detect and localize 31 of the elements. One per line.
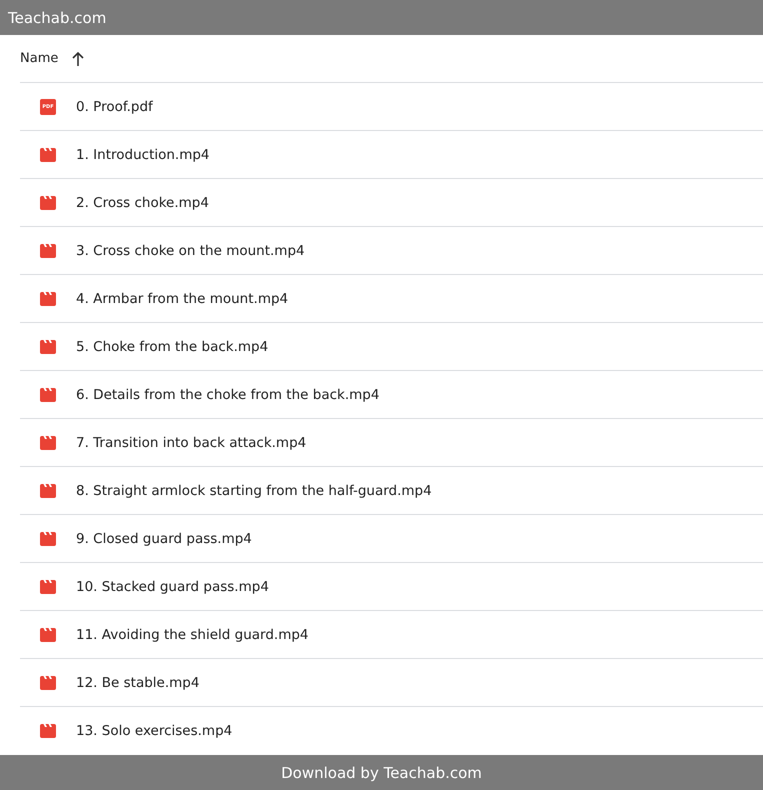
file-name[interactable]: 7. Transition into back attack.mp4 xyxy=(76,434,306,450)
file-name[interactable]: 11. Avoiding the shield guard.mp4 xyxy=(76,626,309,642)
file-name[interactable]: 1. Introduction.mp4 xyxy=(76,146,210,162)
film-clapper-icon xyxy=(40,148,56,162)
footer-text: Download by Teachab.com xyxy=(281,764,482,782)
film-clapper-icon xyxy=(40,676,56,690)
film-clapper-icon xyxy=(40,724,56,738)
file-name[interactable]: 9. Closed guard pass.mp4 xyxy=(76,530,252,546)
file-name[interactable]: 12. Be stable.mp4 xyxy=(76,674,200,690)
file-name[interactable]: 10. Stacked guard pass.mp4 xyxy=(76,578,269,594)
column-header[interactable]: Name xyxy=(20,51,58,66)
file-name[interactable]: 4. Armbar from the mount.mp4 xyxy=(76,290,288,306)
file-name[interactable]: 5. Choke from the back.mp4 xyxy=(76,338,268,354)
film-clapper-icon xyxy=(40,196,56,210)
sort-up-arrow-icon[interactable] xyxy=(72,52,84,66)
film-clapper-icon xyxy=(40,532,56,546)
film-clapper-icon xyxy=(40,580,56,594)
film-clapper-icon xyxy=(40,484,56,498)
file-name[interactable]: 8. Straight armlock starting from the half-guard.mp4 xyxy=(76,482,432,498)
film-clapper-icon xyxy=(40,388,56,402)
film-clapper-icon xyxy=(40,244,56,258)
film-clapper-icon xyxy=(40,436,56,450)
file-name[interactable]: 0. Proof.pdf xyxy=(76,98,153,114)
site-title: Teachab.com xyxy=(8,8,106,26)
file-name[interactable]: 6. Details from the choke from the back.mp4 xyxy=(76,386,380,402)
file-name[interactable]: 13. Solo exercises.mp4 xyxy=(76,723,232,739)
file-name[interactable]: 3. Cross choke on the mount.mp4 xyxy=(76,242,305,258)
film-clapper-icon xyxy=(40,340,56,354)
film-clapper-icon xyxy=(40,628,56,642)
file-name[interactable]: 2. Cross choke.mp4 xyxy=(76,194,209,210)
film-clapper-icon xyxy=(40,292,56,306)
